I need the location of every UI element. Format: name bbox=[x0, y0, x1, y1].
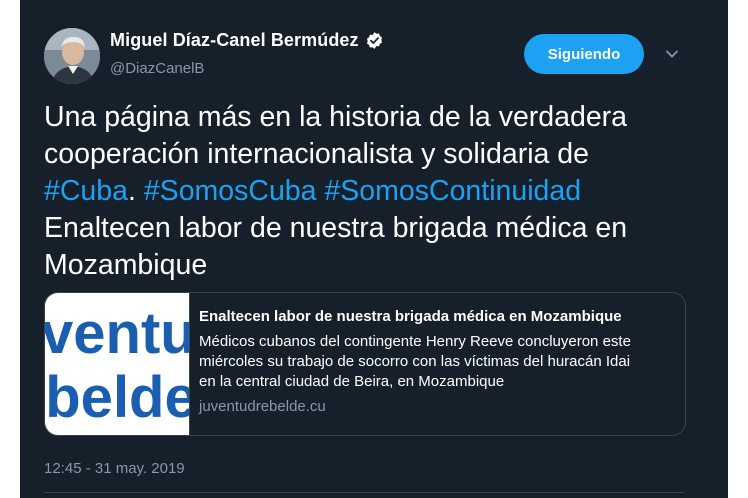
tweet-text-segment: Enaltecen labor de nuestra brigada médic… bbox=[44, 212, 628, 244]
author-name-row: Miguel Díaz-Canel Bermúdez bbox=[110, 30, 384, 51]
card-body: Enaltecen labor de nuestra brigada médic… bbox=[199, 307, 677, 417]
tweet-text-line: cooperación internacionalista y solidari… bbox=[44, 136, 694, 173]
hashtag-link[interactable]: #SomosContinuidad bbox=[324, 175, 581, 207]
card-description-line: Médicos cubanos del contingente Henry Re… bbox=[199, 333, 631, 350]
card-thumbnail: ventu ebelde bbox=[45, 293, 190, 435]
avatar-photo bbox=[44, 28, 100, 84]
tweet-text-line: Una página más en la historia de la verd… bbox=[44, 99, 694, 136]
chevron-down-icon[interactable] bbox=[664, 46, 680, 62]
tweet-text-line: Enaltecen labor de nuestra brigada médic… bbox=[44, 210, 694, 247]
tweet-text-segment: Mozambique bbox=[44, 249, 208, 281]
verified-badge-icon bbox=[366, 32, 382, 49]
tweet-text-segment: cooperación internacionalista y solidari… bbox=[44, 138, 589, 170]
avatar[interactable] bbox=[44, 28, 100, 84]
link-card[interactable]: ventu ebelde Enaltecen labor de nuestra … bbox=[44, 292, 686, 436]
card-domain: juventudrebelde.cu bbox=[199, 398, 326, 415]
hashtag-link[interactable]: #SomosCuba bbox=[144, 175, 317, 207]
tweet-text-line: #Cuba. #SomosCuba #SomosContinuidad bbox=[44, 173, 694, 210]
tweet-text: Una página más en la historia de la verd… bbox=[44, 99, 694, 284]
following-button[interactable]: Siguiendo bbox=[524, 34, 644, 74]
tweet-timestamp[interactable]: 12:45 - 31 may. 2019 bbox=[44, 460, 185, 477]
tweet-text-segment: . bbox=[127, 175, 144, 207]
thumbnail-text: ventu bbox=[45, 301, 190, 366]
card-description-line: en la central ciudad de Beira, en Mozamb… bbox=[199, 373, 505, 390]
thumbnail-text: ebelde bbox=[45, 365, 190, 430]
author-name[interactable]: Miguel Díaz-Canel Bermúdez bbox=[110, 30, 359, 51]
author-handle[interactable]: @DiazCanelB bbox=[110, 60, 204, 77]
card-description-line: miércoles su trabajo de socorro con las … bbox=[199, 353, 631, 370]
tweet-text-line: Mozambique bbox=[44, 247, 694, 284]
hashtag-link[interactable]: #Cuba bbox=[44, 175, 128, 207]
card-description: Médicos cubanos del contingente Henry Re… bbox=[199, 332, 677, 392]
card-title: Enaltecen labor de nuestra brigada médic… bbox=[199, 308, 622, 325]
divider bbox=[44, 492, 684, 493]
tweet-text-segment: Una página más en la historia de la verd… bbox=[44, 101, 628, 133]
